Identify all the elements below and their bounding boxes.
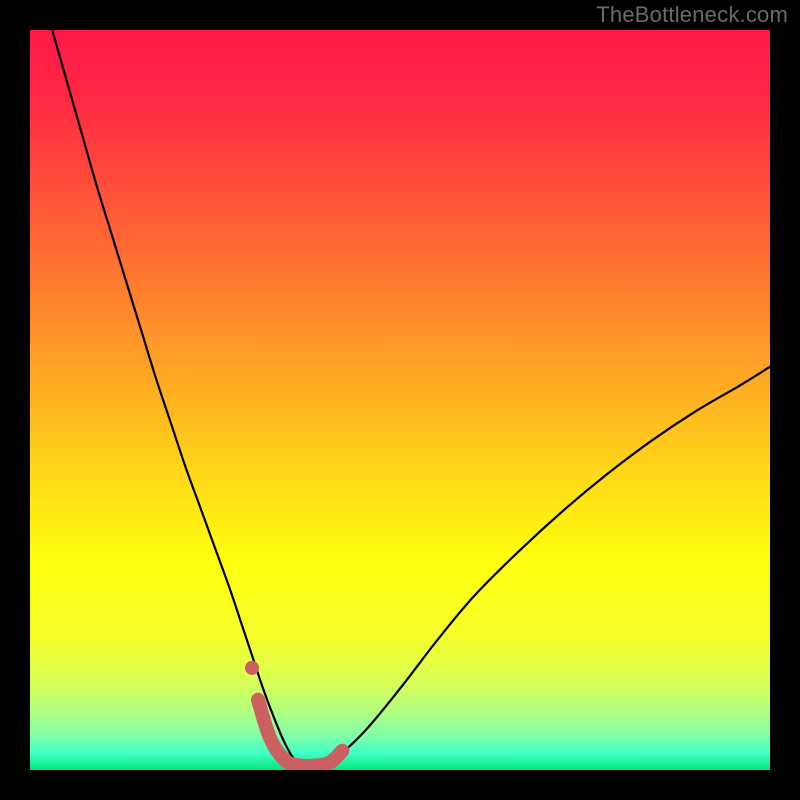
- watermark-text: TheBottleneck.com: [596, 2, 788, 28]
- chart-svg: [30, 30, 770, 770]
- app-frame: TheBottleneck.com: [0, 0, 800, 800]
- point-highlight-dot: [245, 661, 259, 675]
- chart-background: [30, 30, 770, 770]
- plot-area: [30, 30, 770, 770]
